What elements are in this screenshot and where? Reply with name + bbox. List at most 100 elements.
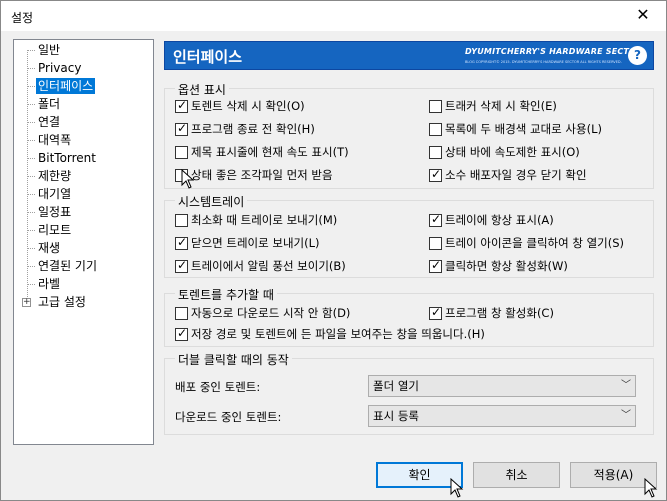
chevron-down-icon: ﹀ xyxy=(621,380,631,391)
checkbox-label: 저장 경로 및 토렌트에 든 파일을 보여주는 창을 띄웁니다.(H) xyxy=(191,327,485,341)
tree-item-remote[interactable]: 리모트 xyxy=(36,222,73,238)
tree-item-folders[interactable]: 폴더 xyxy=(36,96,62,112)
checkbox-label: 프로그램 종료 전 확인(H) xyxy=(191,122,315,136)
mouse-cursor-icon xyxy=(181,169,195,189)
tree-item-playback[interactable]: 재생 xyxy=(36,240,62,256)
expand-plus-icon[interactable]: + xyxy=(22,298,31,307)
minimize-to-tray-checkbox[interactable]: 최소화 때 트레이로 보내기(M) xyxy=(175,213,337,229)
tree-branch xyxy=(27,176,35,177)
group-title: 토렌트를 추가할 때 xyxy=(175,286,277,303)
checkbox-label: 상태 좋은 조각파일 먼저 받음 xyxy=(191,168,333,182)
group-title: 더블 클릭할 때의 동작 xyxy=(175,351,292,368)
selected-value: 표시 등록 xyxy=(373,409,419,423)
tree-item-privacy[interactable]: Privacy xyxy=(36,60,83,76)
system-tray-group: 시스템트레이 최소화 때 트레이로 보내기(M) 트레이에 항상 표시(A) 닫… xyxy=(164,193,654,278)
checkbox-label: 토렌트 삭제 시 확인(O) xyxy=(191,99,305,113)
checkbox-box[interactable] xyxy=(429,123,442,136)
seeding-torrent-label: 배포 중인 토렌트: xyxy=(175,380,261,394)
checkbox-box[interactable] xyxy=(429,100,442,113)
mouse-cursor-icon xyxy=(644,478,658,498)
copyright-text: BLOG COPYRIGHT© 2015. DYUMITCHERRY'S HAR… xyxy=(465,60,622,64)
confirm-close-few-seeds-checkbox[interactable]: 소수 배포자일 경우 닫기 확인 xyxy=(429,167,587,184)
confirm-delete-torrent-checkbox[interactable]: 토렌트 삭제 시 확인(O) xyxy=(175,98,305,115)
tray-click-open-checkbox[interactable]: 트레이 아이콘을 클릭하여 창 열기(S) xyxy=(429,236,624,252)
when-adding-torrents-group: 토렌트를 추가할 때 자동으로 다운로드 시작 안 함(D) 프로그램 창 활성… xyxy=(164,286,654,347)
group-title: 시스템트레이 xyxy=(175,193,248,210)
tree-item-interface[interactable]: 인터페이스 xyxy=(36,78,96,94)
tree-branch xyxy=(27,266,35,267)
always-show-tray-checkbox[interactable]: 트레이에 항상 표시(A) xyxy=(429,212,554,229)
dont-auto-start-checkbox[interactable]: 자동으로 다운로드 시작 안 함(D) xyxy=(175,306,350,322)
checkbox-box[interactable] xyxy=(175,214,188,227)
checkbox-label: 트레이에서 알림 풍선 보이기(B) xyxy=(191,259,346,273)
checkbox-box[interactable] xyxy=(429,305,442,320)
checkbox-label: 트레이에 항상 표시(A) xyxy=(445,213,554,227)
checkbox-box[interactable] xyxy=(429,258,442,273)
tree-branch xyxy=(27,194,35,195)
click-always-activate-checkbox[interactable]: 클릭하면 항상 활성화(W) xyxy=(429,258,568,275)
window-title: 설정 xyxy=(11,11,34,25)
tree-item-paired-devices[interactable]: 연결된 기기 xyxy=(36,258,99,274)
tree-branch xyxy=(27,158,35,159)
tree-item-bandwidth[interactable]: 대역폭 xyxy=(36,132,73,148)
checkbox-box[interactable] xyxy=(175,258,188,273)
tree-branch xyxy=(27,86,35,87)
seeding-double-click-select[interactable]: 폴더 열기 ﹀ xyxy=(368,375,636,397)
checkbox-box[interactable] xyxy=(175,235,188,250)
confirm-delete-tracker-checkbox[interactable]: 트래커 삭제 시 확인(E) xyxy=(429,99,557,115)
checkbox-box[interactable] xyxy=(175,307,188,320)
tree-branch xyxy=(27,212,35,213)
tree-branch xyxy=(27,230,35,231)
downloading-double-click-select[interactable]: 표시 등록 ﹀ xyxy=(368,405,636,427)
title-bar: 설정 ✕ xyxy=(1,1,666,31)
checkbox-label: 상태 바에 속도제한 표시(O) xyxy=(445,145,580,159)
tree-branch xyxy=(27,248,35,249)
close-to-tray-checkbox[interactable]: 닫으면 트레이로 보내기(L) xyxy=(175,235,320,252)
checkbox-label: 최소화 때 트레이로 보내기(M) xyxy=(191,213,338,227)
tree-item-general[interactable]: 일반 xyxy=(36,42,62,58)
tree-item-scheduler[interactable]: 일정표 xyxy=(36,204,73,220)
checkbox-box[interactable] xyxy=(429,237,442,250)
alternate-list-bg-checkbox[interactable]: 목록에 두 배경색 교대로 사용(L) xyxy=(429,122,602,138)
tree-item-queue[interactable]: 대기열 xyxy=(36,186,73,202)
title-bar-speed-checkbox[interactable]: 제목 표시줄에 현재 속도 표시(T) xyxy=(175,145,349,161)
checkbox-box[interactable] xyxy=(175,121,188,136)
tree-branch xyxy=(27,284,35,285)
downloading-torrent-label: 다운로드 중인 토렌트: xyxy=(175,410,282,424)
checkbox-label: 클릭하면 항상 활성화(W) xyxy=(445,259,568,273)
selected-value: 폴더 열기 xyxy=(373,379,419,393)
cancel-button[interactable]: 취소 xyxy=(473,462,560,488)
page-header-banner: 인터페이스 DYUMITCHERRY'S HARDWARE SECTOR BLO… xyxy=(164,41,654,70)
healthy-pieces-first-checkbox[interactable]: 상태 좋은 조각파일 먼저 받음 xyxy=(175,168,333,184)
double-click-actions-group: 더블 클릭할 때의 동작 배포 중인 토렌트: 폴더 열기 ﹀ 다운로드 중인 … xyxy=(164,351,654,435)
display-options-group: 옵션 표시 토렌트 삭제 시 확인(O) 트래커 삭제 시 확인(E) 프로그램… xyxy=(164,81,654,189)
tree-item-advanced[interactable]: 고급 설정 xyxy=(36,294,88,310)
checkbox-label: 닫으면 트레이로 보내기(L) xyxy=(191,236,320,250)
tree-item-transfer-cap[interactable]: 제한량 xyxy=(36,168,73,184)
checkbox-label: 소수 배포자일 경우 닫기 확인 xyxy=(445,168,587,182)
page-title: 인터페이스 xyxy=(173,48,243,66)
tray-balloon-checkbox[interactable]: 트레이에서 알림 풍선 보이기(B) xyxy=(175,258,346,275)
tree-item-labels[interactable]: 라벨 xyxy=(36,276,62,292)
tree-branch xyxy=(27,50,35,51)
show-add-dialog-checkbox[interactable]: 저장 경로 및 토렌트에 든 파일을 보여주는 창을 띄웁니다.(H) xyxy=(175,326,485,343)
checkbox-box[interactable] xyxy=(175,326,188,341)
tree-item-connection[interactable]: 연결 xyxy=(36,114,62,130)
confirm-exit-checkbox[interactable]: 프로그램 종료 전 확인(H) xyxy=(175,121,315,138)
help-icon[interactable]: ? xyxy=(628,46,647,65)
checkbox-label: 자동으로 다운로드 시작 안 함(D) xyxy=(191,306,351,320)
checkbox-box[interactable] xyxy=(429,146,442,159)
checkbox-box[interactable] xyxy=(175,146,188,159)
close-icon[interactable]: ✕ xyxy=(620,1,666,31)
status-bar-limits-checkbox[interactable]: 상태 바에 속도제한 표시(O) xyxy=(429,145,580,161)
checkbox-label: 목록에 두 배경색 교대로 사용(L) xyxy=(445,122,602,136)
activate-window-checkbox[interactable]: 프로그램 창 활성화(C) xyxy=(429,305,554,322)
checkbox-box[interactable] xyxy=(429,212,442,227)
checkbox-box[interactable] xyxy=(429,167,442,182)
settings-window: 설정 ✕ 일반 Privacy 인터페이스 폴더 연결 대역폭 BitTorre… xyxy=(0,0,667,501)
checkbox-box[interactable] xyxy=(175,98,188,113)
tree-branch xyxy=(27,140,35,141)
checkbox-label: 프로그램 창 활성화(C) xyxy=(445,306,554,320)
tree-item-bittorrent[interactable]: BitTorrent xyxy=(36,150,98,166)
settings-category-tree: 일반 Privacy 인터페이스 폴더 연결 대역폭 BitTorrent 제한… xyxy=(13,39,154,445)
